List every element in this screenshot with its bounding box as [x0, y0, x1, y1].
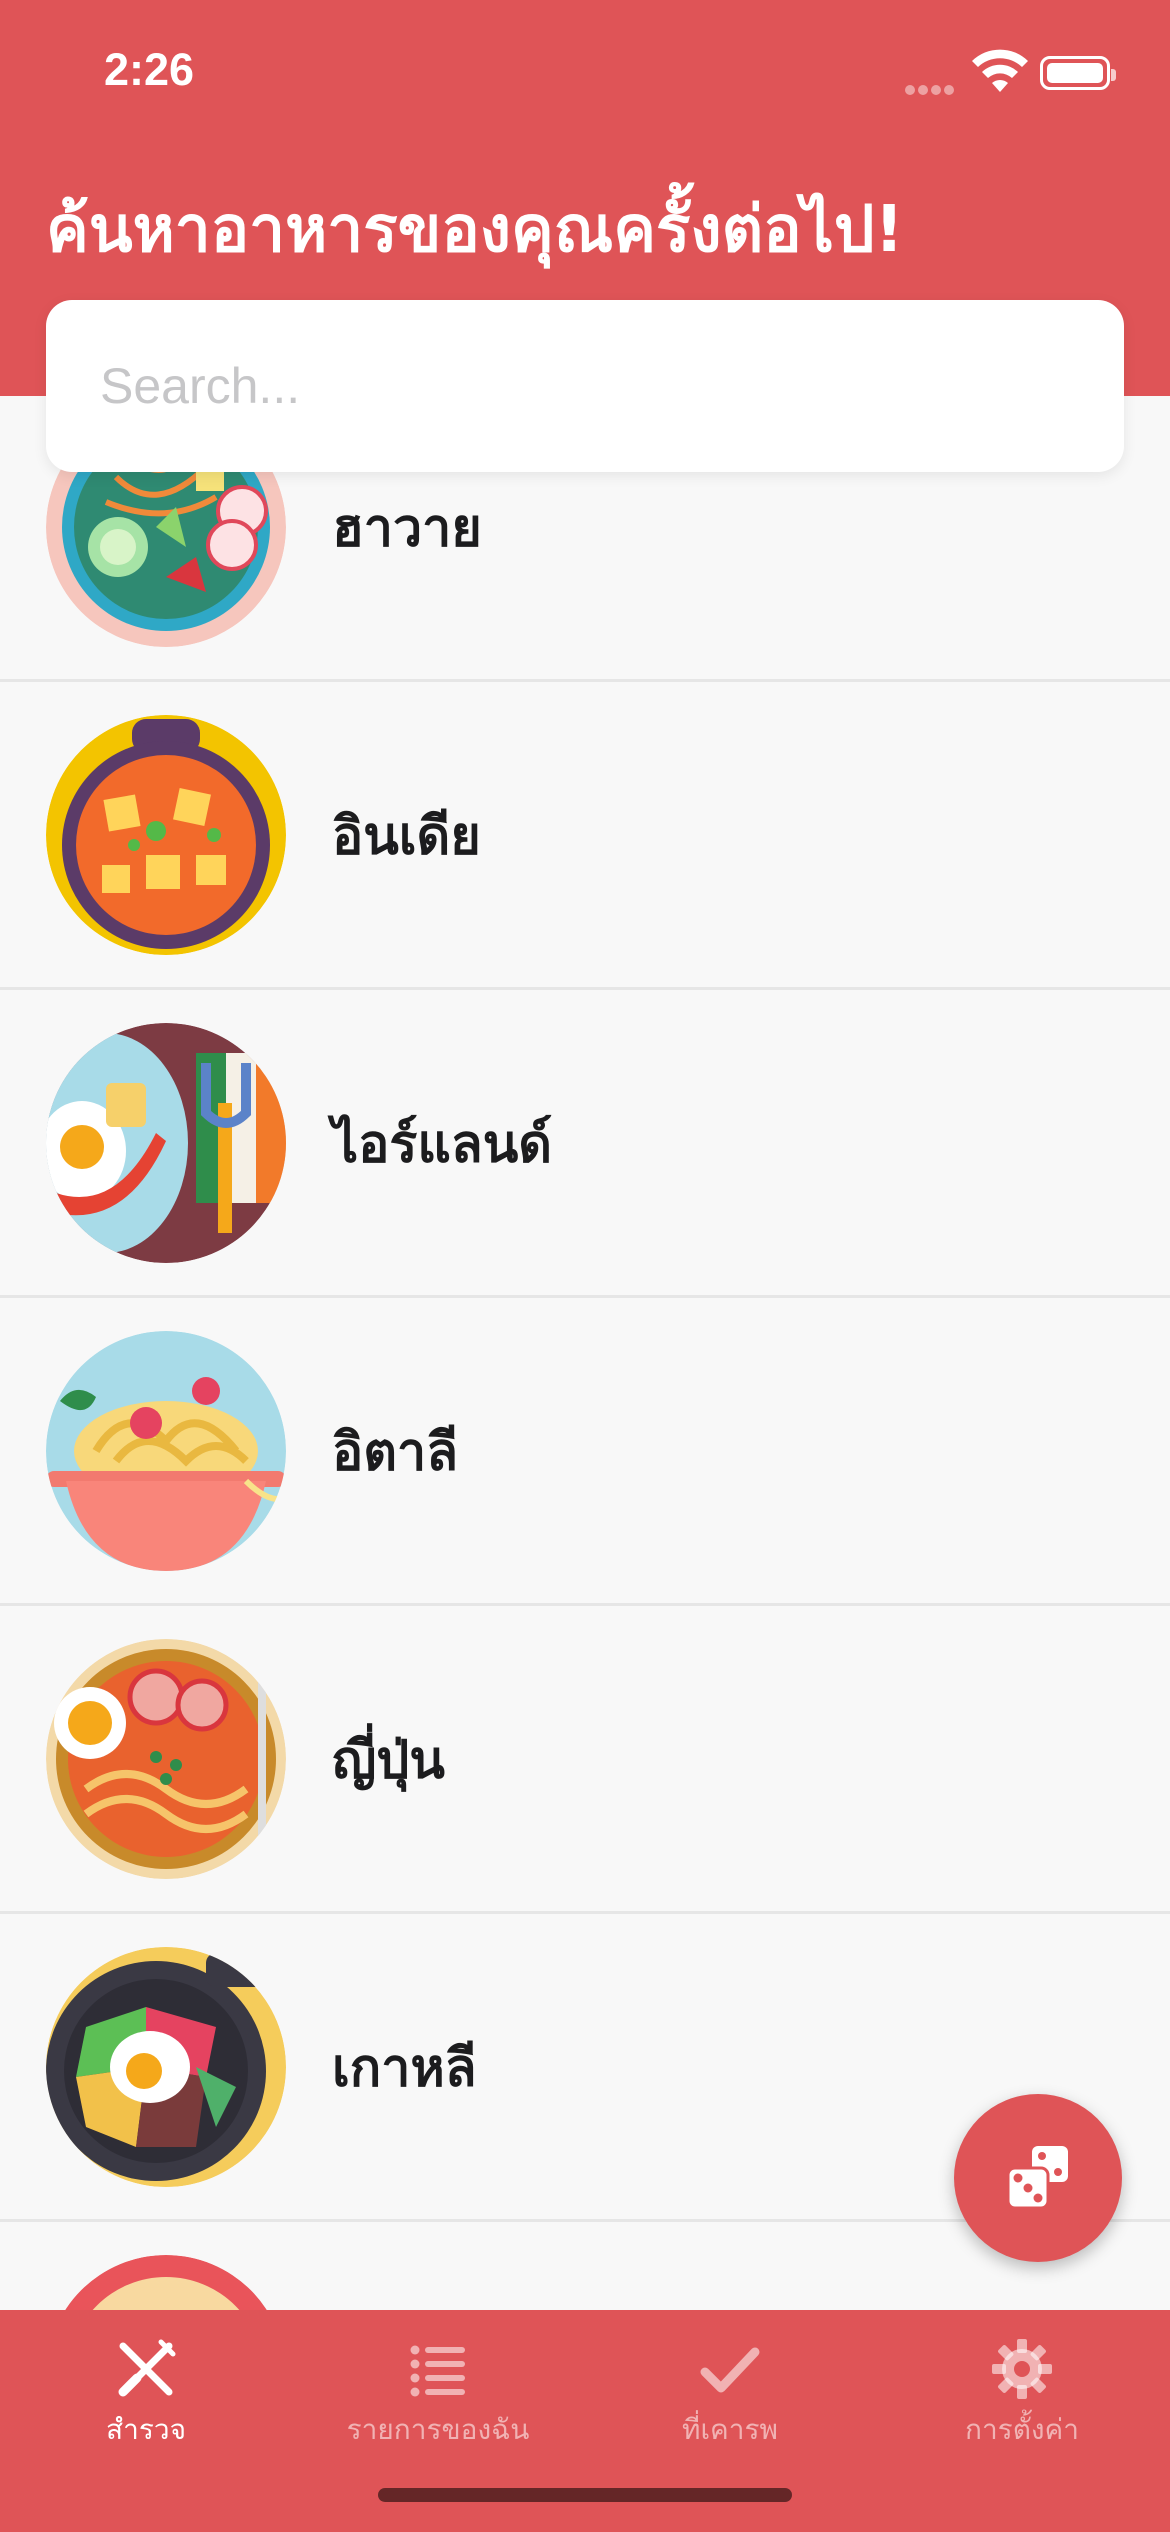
- list-item-label: ไอร์แลนด์: [332, 1114, 553, 1174]
- list-item[interactable]: อิตาลี: [0, 1298, 1170, 1606]
- list-item-label: เกาหลี: [332, 2038, 477, 2098]
- random-dice-button[interactable]: [954, 2094, 1122, 2262]
- list-item[interactable]: ไอร์แลนด์: [0, 990, 1170, 1298]
- checkmark-icon: [700, 2347, 760, 2393]
- search-bar[interactable]: [46, 300, 1124, 472]
- tab-label: ที่เคารพ: [682, 2413, 778, 2446]
- list-item-label: อิตาลี: [332, 1422, 459, 1482]
- ramen-bowl-icon: [46, 1638, 286, 1879]
- list-item-label: อินเดีย: [332, 806, 481, 866]
- search-input[interactable]: [100, 300, 1080, 472]
- cuisine-list[interactable]: ฮาวาย อินเดีย ไอร์แลนด์ อิตาลี ญี่ปุ่น เ…: [0, 396, 1170, 2310]
- battery-icon: [1040, 56, 1116, 90]
- bibimbap-bowl-icon: [46, 1946, 286, 2187]
- spaghetti-bowl-icon: [46, 1330, 286, 1571]
- gear-icon: [992, 2339, 1052, 2399]
- tab-explore[interactable]: สำรวจ: [0, 2338, 292, 2458]
- tab-my-list[interactable]: รายการของฉัน: [292, 2338, 584, 2458]
- curry-pot-icon: [46, 714, 286, 955]
- list-item[interactable]: ญี่ปุ่น: [0, 1606, 1170, 1914]
- status-bar: 2:26: [0, 0, 1170, 140]
- wifi-icon: [972, 49, 1028, 92]
- fork-knife-icon: [118, 2339, 176, 2397]
- tab-favorites[interactable]: ที่เคารพ: [584, 2338, 876, 2458]
- home-indicator[interactable]: [378, 2488, 792, 2502]
- list-item-label: ฮาวาย: [332, 498, 482, 558]
- breakfast-plate-icon: [46, 1022, 286, 1263]
- status-time: 2:26: [104, 44, 195, 95]
- app-screen: 2:26 ค้นหาอาหารของคุณครั้งต่อไป! Search.…: [0, 0, 1170, 2532]
- tab-label: รายการของฉัน: [346, 2413, 530, 2446]
- cellular-signal-icon: [905, 80, 957, 95]
- tab-label: สำรวจ: [106, 2413, 186, 2446]
- list-icon: [410, 2345, 465, 2397]
- dice-icon: [1006, 2146, 1068, 2210]
- page-title: ค้นหาอาหารของคุณครั้งต่อไป!: [46, 193, 904, 267]
- list-item[interactable]: อินเดีย: [0, 682, 1170, 990]
- food-icon: [46, 2254, 286, 2310]
- tab-settings[interactable]: การตั้งค่า: [876, 2338, 1168, 2458]
- list-item-label: ญี่ปุ่น: [332, 1730, 445, 1790]
- tab-label: การตั้งค่า: [964, 2413, 1080, 2446]
